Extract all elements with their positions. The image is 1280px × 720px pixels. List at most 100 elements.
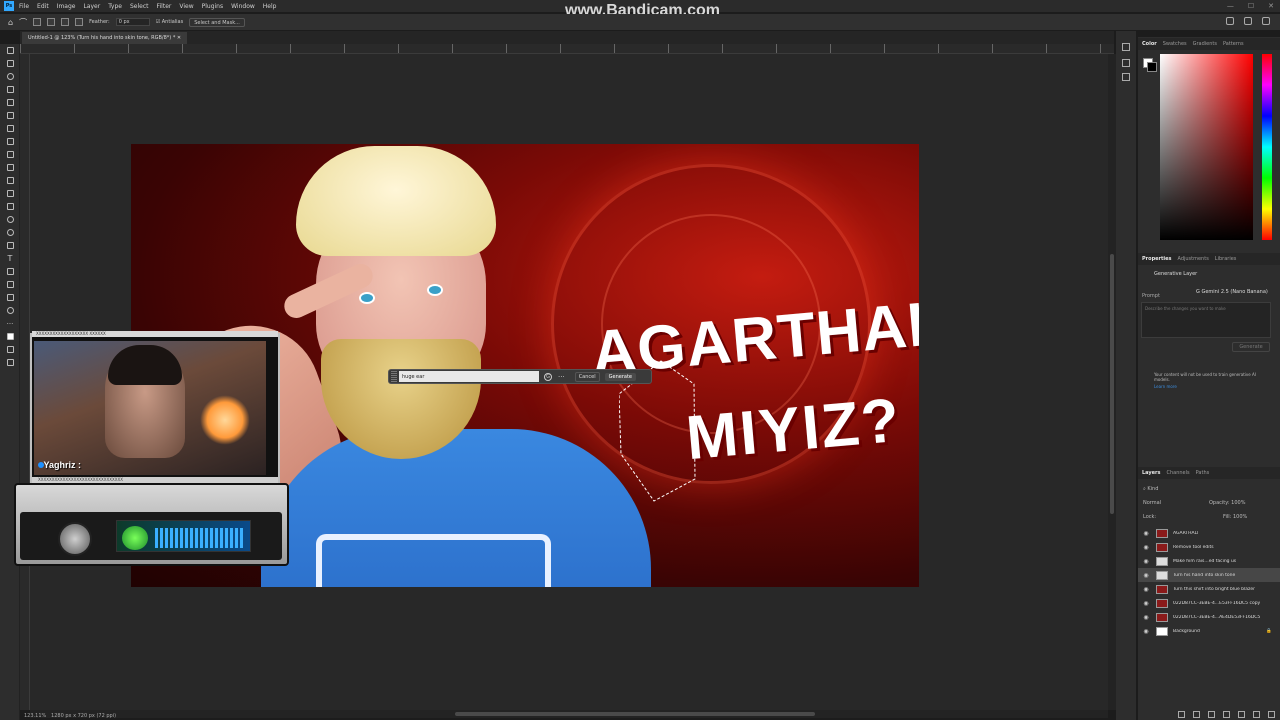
background-color[interactable] xyxy=(1147,62,1157,72)
layer-row[interactable]: ◉ AGARTHALI xyxy=(1138,526,1280,540)
tab-paths[interactable]: Paths xyxy=(1196,470,1210,476)
close-icon[interactable]: ✕ xyxy=(1268,2,1274,10)
more-tools-icon[interactable]: ··· xyxy=(0,317,20,330)
search-icon[interactable] xyxy=(1244,17,1252,25)
quick-mask-icon[interactable] xyxy=(0,343,20,356)
visibility-eye-icon[interactable]: ◉ xyxy=(1142,600,1150,607)
kind-filter[interactable]: ⌕ Kind xyxy=(1143,486,1158,492)
color-swatch-icon[interactable] xyxy=(0,330,20,343)
color-picker-field[interactable] xyxy=(1160,54,1253,240)
menu-type[interactable]: Type xyxy=(108,3,122,10)
gradient-tool-icon[interactable] xyxy=(0,200,20,213)
tab-properties[interactable]: Properties xyxy=(1142,256,1171,262)
type-tool-icon[interactable]: T xyxy=(0,252,20,265)
workspace-icon[interactable] xyxy=(1262,17,1270,25)
zoom-tool-icon[interactable] xyxy=(0,304,20,317)
model-selector[interactable]: G Gemini 2.5 (Nano Banana) xyxy=(1196,289,1268,295)
actions-icon[interactable] xyxy=(1122,59,1130,67)
lasso-tool-icon[interactable] xyxy=(0,70,20,83)
eraser-tool-icon[interactable] xyxy=(0,187,20,200)
menu-file[interactable]: File xyxy=(19,3,29,10)
tab-color[interactable]: Color xyxy=(1142,41,1157,47)
learn-more-link[interactable]: Learn more xyxy=(1154,384,1177,389)
subtract-selection-icon[interactable] xyxy=(61,18,70,26)
blend-mode-select[interactable]: Normal xyxy=(1143,500,1161,506)
opacity-control[interactable]: Opacity: 100% xyxy=(1209,500,1245,506)
document-tab[interactable]: Untitled-1 @ 123% (Turn his hand into sk… xyxy=(22,32,188,44)
menu-filter[interactable]: Filter xyxy=(157,3,172,10)
crop-tool-icon[interactable] xyxy=(0,96,20,109)
tab-adjustments[interactable]: Adjustments xyxy=(1177,256,1208,262)
layer-row[interactable]: ◉ Remove tool edits xyxy=(1138,540,1280,554)
drag-handle-icon[interactable] xyxy=(391,371,397,382)
dodge-tool-icon[interactable] xyxy=(0,226,20,239)
home-icon[interactable]: ⌂ xyxy=(8,18,13,27)
layer-row[interactable]: ◉ Background 🔒 xyxy=(1138,624,1280,638)
artboard-tool-icon[interactable] xyxy=(0,57,20,70)
share-icon[interactable] xyxy=(1226,17,1234,25)
tab-layers[interactable]: Layers xyxy=(1142,470,1161,476)
cancel-button[interactable]: Cancel xyxy=(574,371,600,382)
feather-field[interactable]: 0 px xyxy=(115,18,150,26)
visibility-eye-icon[interactable]: ◉ xyxy=(1142,572,1150,579)
healing-brush-icon[interactable] xyxy=(0,135,20,148)
vertical-scroll-thumb[interactable] xyxy=(1110,254,1114,514)
pen-tool-icon[interactable] xyxy=(0,239,20,252)
fill-control[interactable]: Fill: 100% xyxy=(1223,514,1247,520)
delete-layer-icon[interactable] xyxy=(1268,710,1275,718)
tab-gradients[interactable]: Gradients xyxy=(1193,41,1217,47)
more-options-icon[interactable]: ··· xyxy=(558,373,565,381)
blur-tool-icon[interactable] xyxy=(0,213,20,226)
layer-row[interactable]: ◉ 022D87CC-3EBE-4...AE4DE53FF16DC5 xyxy=(1138,610,1280,624)
menu-window[interactable]: Window xyxy=(231,3,255,10)
visibility-eye-icon[interactable]: ◉ xyxy=(1142,530,1150,537)
menu-plugins[interactable]: Plugins xyxy=(202,3,224,10)
hand-tool-icon[interactable] xyxy=(0,291,20,304)
lasso-tool-icon[interactable]: ⌒ xyxy=(19,17,27,28)
minimize-icon[interactable]: — xyxy=(1227,2,1234,10)
brush-tool-icon[interactable] xyxy=(0,148,20,161)
adjustment-layer-icon[interactable] xyxy=(1223,710,1230,718)
intersect-selection-icon[interactable] xyxy=(75,18,84,26)
menu-edit[interactable]: Edit xyxy=(37,3,49,10)
menu-layer[interactable]: Layer xyxy=(83,3,100,10)
layer-row[interactable]: ◉ Make him rais...ed facing us xyxy=(1138,554,1280,568)
path-select-icon[interactable] xyxy=(0,265,20,278)
menu-image[interactable]: Image xyxy=(57,3,76,10)
hue-slider[interactable] xyxy=(1262,54,1272,240)
tab-patterns[interactable]: Patterns xyxy=(1223,41,1244,47)
history-icon[interactable] xyxy=(1122,43,1130,51)
link-layers-icon[interactable] xyxy=(1178,710,1185,718)
add-selection-icon[interactable] xyxy=(47,18,56,26)
menu-view[interactable]: View xyxy=(179,3,193,10)
screen-mode-icon[interactable] xyxy=(0,356,20,369)
select-and-mask-button[interactable]: Select and Mask... xyxy=(189,17,245,27)
generate-button[interactable]: Generate xyxy=(604,372,636,381)
photoshop-logo[interactable]: Ps xyxy=(4,1,14,11)
new-layer-icon[interactable] xyxy=(1253,710,1260,718)
clone-stamp-icon[interactable] xyxy=(0,161,20,174)
google-model-icon[interactable]: G xyxy=(544,372,552,381)
rectangle-tool-icon[interactable] xyxy=(0,278,20,291)
maximize-icon[interactable]: ☐ xyxy=(1248,2,1254,10)
frame-tool-icon[interactable] xyxy=(0,109,20,122)
visibility-eye-icon[interactable]: ◉ xyxy=(1142,586,1150,593)
object-select-tool-icon[interactable] xyxy=(0,83,20,96)
properties-generate-button[interactable]: Generate xyxy=(1232,342,1270,352)
move-tool-icon[interactable] xyxy=(0,44,20,57)
add-mask-icon[interactable] xyxy=(1208,710,1215,718)
prompt-textarea[interactable]: Describe the changes you want to make xyxy=(1141,302,1271,338)
antialias-checkbox[interactable]: ☑ Antialias xyxy=(156,19,184,25)
new-group-icon[interactable] xyxy=(1238,710,1245,718)
menu-help[interactable]: Help xyxy=(263,3,277,10)
layer-row[interactable]: ◉ Turn this shirt into bright blue blazer xyxy=(1138,582,1280,596)
layer-row-selected[interactable]: ◉ Turn his hand into skin tone xyxy=(1138,568,1280,582)
tab-libraries[interactable]: Libraries xyxy=(1215,256,1237,262)
tab-channels[interactable]: Channels xyxy=(1167,470,1190,476)
visibility-eye-icon[interactable]: ◉ xyxy=(1142,544,1150,551)
layer-row[interactable]: ◉ 022D87CC-3EBE-4...E53FF16DC5 copy xyxy=(1138,596,1280,610)
visibility-eye-icon[interactable]: ◉ xyxy=(1142,614,1150,621)
close-tab-icon[interactable]: ✕ xyxy=(177,35,181,41)
zoom-readout[interactable]: 123.11% xyxy=(24,713,46,719)
fx-icon[interactable] xyxy=(1193,710,1200,718)
